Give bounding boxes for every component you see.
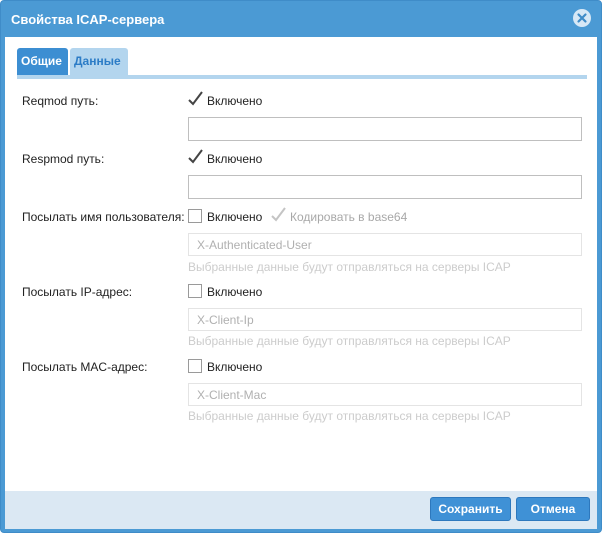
respmod-enabled-checkbox[interactable] bbox=[188, 149, 203, 165]
dialog-footer: Сохранить Отмена bbox=[5, 491, 597, 529]
send-mac-enabled-label: Включено bbox=[207, 360, 263, 374]
checkmark-icon bbox=[188, 149, 203, 164]
reqmod-label: Reqmod путь: bbox=[22, 94, 99, 108]
send-mac-enabled-checkbox[interactable] bbox=[188, 359, 202, 373]
send-user-label: Посылать имя пользователя: bbox=[22, 210, 185, 224]
dialog-titlebar: Свойства ICAP-сервера bbox=[1, 1, 601, 37]
close-button[interactable] bbox=[573, 9, 591, 27]
checkmark-icon bbox=[188, 91, 203, 106]
send-ip-label: Посылать IP-адрес: bbox=[22, 285, 133, 299]
base64-label: Кодировать в base64 bbox=[290, 210, 408, 224]
ip-header-input[interactable] bbox=[188, 308, 582, 331]
reqmod-path-input[interactable] bbox=[188, 117, 582, 141]
send-user-enabled-label: Включено bbox=[207, 210, 263, 224]
reqmod-enabled-label: Включено bbox=[207, 94, 263, 108]
tab-data[interactable]: Данные bbox=[70, 48, 128, 75]
send-ip-enabled-label: Включено bbox=[207, 285, 263, 299]
respmod-path-input[interactable] bbox=[188, 175, 582, 199]
user-header-input[interactable] bbox=[188, 233, 582, 256]
icap-server-dialog: Свойства ICAP-сервера Общие Данные Reqmo… bbox=[0, 0, 602, 533]
send-mac-hint: Выбранные данные будут отправляться на с… bbox=[188, 409, 511, 423]
base64-checkbox[interactable] bbox=[271, 207, 286, 223]
send-user-enabled-checkbox[interactable] bbox=[188, 209, 202, 223]
send-ip-hint: Выбранные данные будут отправляться на с… bbox=[188, 334, 511, 348]
cancel-button[interactable]: Отмена bbox=[516, 497, 590, 521]
send-mac-label: Посылать MAC-адрес: bbox=[22, 360, 148, 374]
close-icon bbox=[577, 13, 587, 23]
respmod-label: Respmod путь: bbox=[22, 152, 105, 166]
send-ip-enabled-checkbox[interactable] bbox=[188, 284, 202, 298]
reqmod-enabled-checkbox[interactable] bbox=[188, 91, 203, 107]
dialog-body: Общие Данные Reqmod путь: Включено Respm… bbox=[5, 37, 597, 491]
save-button[interactable]: Сохранить bbox=[430, 497, 511, 521]
send-user-hint: Выбранные данные будут отправляться на с… bbox=[188, 260, 511, 274]
checkmark-icon bbox=[271, 207, 286, 222]
tab-general[interactable]: Общие bbox=[17, 48, 68, 75]
tab-bar: Общие Данные bbox=[17, 47, 587, 79]
mac-header-input[interactable] bbox=[188, 383, 582, 406]
dialog-title: Свойства ICAP-сервера bbox=[11, 12, 165, 27]
respmod-enabled-label: Включено bbox=[207, 152, 263, 166]
